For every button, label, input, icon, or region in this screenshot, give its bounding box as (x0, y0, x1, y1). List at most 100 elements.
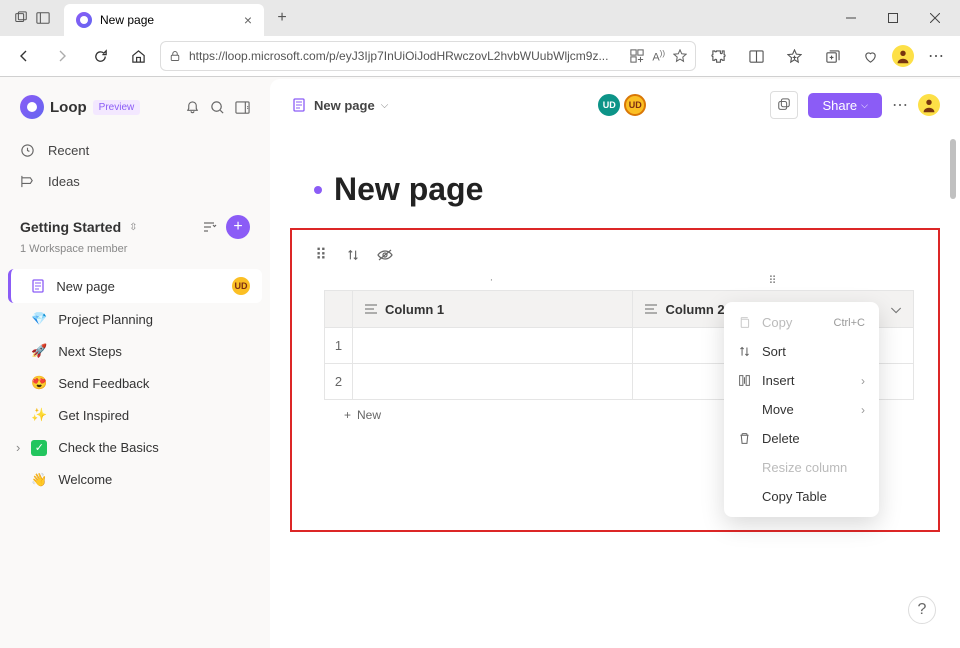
minimize-button[interactable] (830, 3, 872, 33)
window-controls (830, 3, 956, 33)
sidebar-header: Loop Preview (0, 89, 270, 129)
chevron-down-icon[interactable]: ⌵ (381, 100, 389, 111)
sidebar-page-item[interactable]: ›✨Get Inspired (8, 399, 262, 431)
text-type-icon (365, 304, 377, 314)
menu-item-delete[interactable]: Delete (724, 424, 879, 453)
extensions-icon[interactable] (702, 40, 734, 72)
table-cell[interactable] (352, 328, 633, 364)
sidebar-page-item[interactable]: ›👋Welcome (8, 464, 262, 496)
page-title[interactable]: New page (334, 171, 483, 208)
ideas-link[interactable]: Ideas (20, 166, 250, 197)
split-icon[interactable] (740, 40, 772, 72)
page-label: Get Inspired (58, 408, 129, 423)
table-annotation-box: ⠿ · ⠿ (290, 228, 940, 532)
workspace-meta: 1 Workspace member (0, 243, 270, 263)
tab-close-icon[interactable]: × (244, 12, 252, 28)
row-number[interactable]: 2 (325, 364, 353, 400)
text-type-icon (645, 304, 657, 314)
page-emoji: 😍 (30, 375, 48, 391)
panel-icon[interactable] (235, 100, 250, 115)
forward-button[interactable] (46, 40, 78, 72)
drag-handle-icon[interactable]: ⠿ (312, 246, 330, 264)
column-context-menu: CopyCtrl+CSortInsert›Move›DeleteResize c… (724, 302, 879, 517)
sidebar-page-item[interactable]: ›✓Check the Basics (8, 431, 262, 464)
menu-item-copy: CopyCtrl+C (724, 308, 879, 337)
workspace-expand-icon[interactable]: ⇳ (129, 222, 137, 233)
check-icon: ✓ (30, 439, 48, 456)
more-options-icon[interactable]: ⋯ (892, 95, 908, 115)
add-row-label: New (357, 408, 381, 422)
tab-bar: New page × + (0, 0, 960, 36)
back-button[interactable] (8, 40, 40, 72)
donate-icon[interactable] (854, 40, 886, 72)
more-icon[interactable]: ⋯ (920, 40, 952, 72)
page-label: Check the Basics (58, 440, 158, 455)
page-icon (30, 278, 46, 294)
menu-item-sort[interactable]: Sort (724, 337, 879, 366)
page-icon (290, 96, 308, 114)
column-header-1[interactable]: Column 1 (352, 291, 633, 328)
col1-drag-handle[interactable]: · (352, 274, 633, 290)
ideas-icon (20, 174, 36, 189)
user-badge: UD (232, 277, 250, 295)
menu-item-copy-table[interactable]: Copy Table (724, 482, 879, 511)
page-emoji: ✨ (30, 407, 48, 423)
delete-icon (738, 432, 752, 445)
recent-label: Recent (48, 143, 89, 158)
workspace-title[interactable]: Getting Started (20, 219, 121, 235)
visibility-icon[interactable] (376, 246, 394, 264)
share-button[interactable]: Share⌵ (808, 93, 882, 118)
tab-actions-icon[interactable] (14, 11, 28, 25)
profile-avatar[interactable] (892, 45, 914, 67)
table-cell[interactable] (352, 364, 633, 400)
favorite-icon[interactable] (673, 49, 687, 63)
insert-icon (738, 374, 752, 387)
sidebar: Loop Preview Recent Ideas Getting Starte… (0, 77, 270, 648)
url-bar[interactable]: https://loop.microsoft.com/p/eyJ3Ijp7InU… (160, 41, 696, 71)
chevron-right-icon: › (861, 403, 865, 417)
page-emoji: 💎 (30, 311, 48, 327)
recent-link[interactable]: Recent (20, 135, 250, 166)
home-button[interactable] (122, 40, 154, 72)
col2-drag-handle[interactable]: ⠿ (633, 274, 914, 290)
menu-label: Insert (762, 373, 795, 388)
sidebar-page-item[interactable]: ›New pageUD (8, 269, 262, 303)
tab-favicon (76, 12, 92, 28)
new-tab-button[interactable]: + (268, 4, 296, 32)
sort-icon[interactable] (344, 246, 362, 264)
menu-item-move[interactable]: Move› (724, 395, 879, 424)
sidebar-page-item[interactable]: ›💎Project Planning (8, 303, 262, 335)
copy-icon (738, 316, 752, 329)
sidebar-toggle-icon[interactable] (36, 11, 50, 25)
page-label: Project Planning (58, 312, 153, 327)
search-icon[interactable] (210, 100, 225, 115)
breadcrumb[interactable]: New page ⌵ (290, 96, 388, 114)
notifications-icon[interactable] (185, 100, 200, 115)
collections-icon[interactable] (816, 40, 848, 72)
read-aloud-icon[interactable]: A)) (652, 49, 665, 64)
content-area: New page ⌵ UD UD Share⌵ ⋯ New page ⠿ (270, 79, 960, 648)
chevron-down-icon[interactable]: ⌵ (891, 301, 901, 317)
preview-badge: Preview (93, 100, 141, 115)
maximize-button[interactable] (872, 3, 914, 33)
user-avatar[interactable] (918, 94, 940, 116)
sidebar-page-item[interactable]: ›😍Send Feedback (8, 367, 262, 399)
component-icon[interactable] (770, 91, 798, 119)
chevron-down-icon: ⌵ (861, 100, 868, 111)
browser-tab[interactable]: New page × (64, 4, 264, 36)
presence-avatar-2[interactable]: UD (624, 94, 646, 116)
close-window-button[interactable] (914, 3, 956, 33)
refresh-button[interactable] (84, 40, 116, 72)
page-emoji: 🚀 (30, 343, 48, 359)
menu-item-insert[interactable]: Insert› (724, 366, 879, 395)
sort-icon[interactable] (202, 221, 218, 233)
apps-icon[interactable] (630, 49, 644, 63)
presence-avatar-1[interactable]: UD (598, 94, 620, 116)
lock-icon (169, 50, 181, 62)
sidebar-page-item[interactable]: ›🚀Next Steps (8, 335, 262, 367)
row-number[interactable]: 1 (325, 328, 353, 364)
add-page-button[interactable]: + (226, 215, 250, 239)
column-2-label: Column 2 (665, 302, 724, 317)
help-button[interactable]: ? (908, 596, 936, 624)
favorites-icon[interactable] (778, 40, 810, 72)
